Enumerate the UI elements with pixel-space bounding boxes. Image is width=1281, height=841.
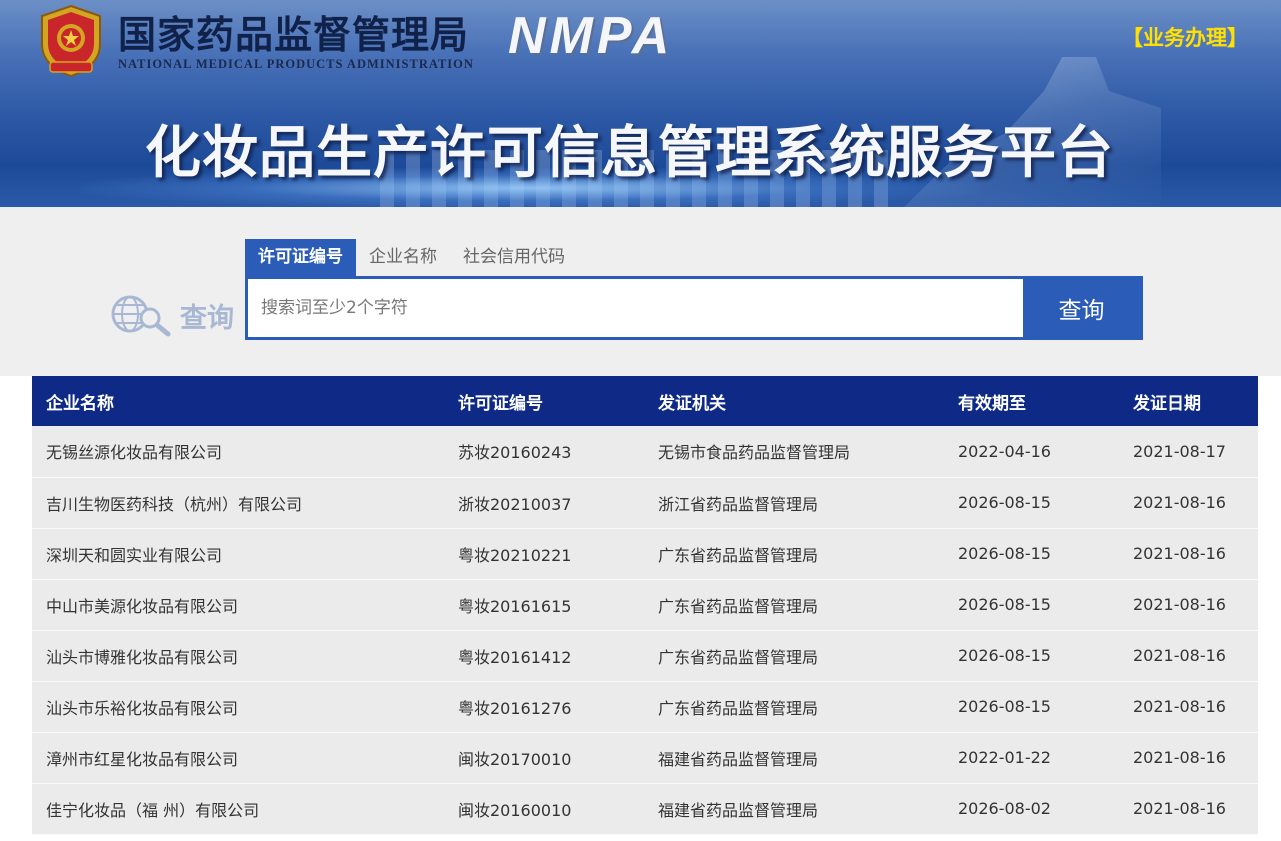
cell-issuer: 广东省药品监督管理局	[644, 579, 944, 631]
cell-issue-date: 2021-08-16	[1119, 477, 1258, 529]
tab-company-name[interactable]: 企业名称	[356, 239, 450, 276]
cell-issue-date: 2021-08-16	[1119, 732, 1258, 784]
cell-issuer: 福建省药品监督管理局	[644, 732, 944, 784]
cell-valid-until: 2026-08-15	[944, 630, 1119, 682]
platform-title: 化妆品生产许可信息管理系统服务平台	[145, 121, 1114, 186]
search-logo: 查询	[110, 290, 240, 338]
cell-valid-until: 2022-01-22	[944, 732, 1119, 784]
agency-abbreviation: NMPA	[508, 7, 674, 65]
cell-valid-until: 2026-08-15	[944, 579, 1119, 631]
agency-name-en: NATIONAL MEDICAL PRODUCTS ADMINISTRATION	[118, 57, 474, 71]
agency-emblem-icon	[36, 4, 106, 78]
cell-license: 粤妆20161412	[444, 630, 644, 682]
cell-issuer: 广东省药品监督管理局	[644, 630, 944, 682]
column-header-issuer: 发证机关	[644, 376, 944, 426]
table-row[interactable]: 吉川生物医药科技（杭州）有限公司 浙妆20210037 浙江省药品监督管理局 2…	[32, 477, 1258, 529]
cell-issue-date: 2021-08-16	[1119, 579, 1258, 631]
table-row[interactable]: 深圳天和圆实业有限公司 粤妆20210221 广东省药品监督管理局 2026-0…	[32, 528, 1258, 580]
header-banner: 国家药品监督管理局 NATIONAL MEDICAL PRODUCTS ADMI…	[0, 0, 1281, 207]
search-box: 查询	[245, 276, 1143, 340]
cell-license: 浙妆20210037	[444, 477, 644, 529]
cell-company: 无锡丝源化妆品有限公司	[32, 426, 444, 478]
tab-credit-code[interactable]: 社会信用代码	[450, 239, 578, 276]
cell-valid-until: 2026-08-15	[944, 528, 1119, 580]
table-row[interactable]: 汕头市乐裕化妆品有限公司 粤妆20161276 广东省药品监督管理局 2026-…	[32, 681, 1258, 733]
column-header-company: 企业名称	[32, 376, 444, 426]
cell-issuer: 广东省药品监督管理局	[644, 528, 944, 580]
cell-valid-until: 2026-08-15	[944, 477, 1119, 529]
column-header-issue-date: 发证日期	[1119, 376, 1258, 426]
cell-license: 闽妆20170010	[444, 732, 644, 784]
table-row[interactable]: 佳宁化妆品（福 州）有限公司 闽妆20160010 福建省药品监督管理局 202…	[32, 783, 1258, 835]
agency-name-cn: 国家药品监督管理局	[118, 12, 470, 57]
cell-valid-until: 2026-08-02	[944, 783, 1119, 835]
search-logo-text: 查询	[180, 303, 234, 334]
cell-license: 粤妆20161615	[444, 579, 644, 631]
cell-company: 佳宁化妆品（福 州）有限公司	[32, 783, 444, 835]
column-header-valid-until: 有效期至	[944, 376, 1119, 426]
cell-issuer: 福建省药品监督管理局	[644, 783, 944, 835]
cell-issuer: 广东省药品监督管理局	[644, 681, 944, 733]
cell-issue-date: 2021-08-16	[1119, 528, 1258, 580]
globe-magnifier-icon	[111, 295, 171, 337]
cell-license: 粤妆20210221	[444, 528, 644, 580]
cell-company: 汕头市乐裕化妆品有限公司	[32, 681, 444, 733]
cell-license: 闽妆20160010	[444, 783, 644, 835]
cell-company: 深圳天和圆实业有限公司	[32, 528, 444, 580]
table-row[interactable]: 漳州市红星化妆品有限公司 闽妆20170010 福建省药品监督管理局 2022-…	[32, 732, 1258, 784]
table-row[interactable]: 汕头市博雅化妆品有限公司 粤妆20161412 广东省药品监督管理局 2026-…	[32, 630, 1258, 682]
search-type-tabs: 许可证编号 企业名称 社会信用代码	[245, 239, 578, 276]
table-row[interactable]: 中山市美源化妆品有限公司 粤妆20161615 广东省药品监督管理局 2026-…	[32, 579, 1258, 631]
tab-license-number[interactable]: 许可证编号	[245, 239, 356, 276]
business-handling-link[interactable]: 【业务办理】	[1122, 22, 1248, 52]
cell-valid-until: 2026-08-15	[944, 681, 1119, 733]
cell-license: 粤妆20161276	[444, 681, 644, 733]
cell-issue-date: 2021-08-17	[1119, 426, 1258, 478]
cell-issuer: 无锡市食品药品监督管理局	[644, 426, 944, 478]
cell-issue-date: 2021-08-16	[1119, 783, 1258, 835]
cell-company: 漳州市红星化妆品有限公司	[32, 732, 444, 784]
table-header-row: 企业名称 许可证编号 发证机关 有效期至 发证日期	[32, 376, 1258, 426]
cell-license: 苏妆20160243	[444, 426, 644, 478]
cell-valid-until: 2022-04-16	[944, 426, 1119, 478]
column-header-license: 许可证编号	[444, 376, 644, 426]
cell-issue-date: 2021-08-16	[1119, 681, 1258, 733]
cell-issuer: 浙江省药品监督管理局	[644, 477, 944, 529]
cell-company: 中山市美源化妆品有限公司	[32, 579, 444, 631]
table-row[interactable]: 无锡丝源化妆品有限公司 苏妆20160243 无锡市食品药品监督管理局 2022…	[32, 426, 1258, 478]
cell-issue-date: 2021-08-16	[1119, 630, 1258, 682]
cell-company: 吉川生物医药科技（杭州）有限公司	[32, 477, 444, 529]
search-button[interactable]: 查询	[1023, 279, 1140, 337]
results-table: 企业名称 许可证编号 发证机关 有效期至 发证日期 无锡丝源化妆品有限公司 苏妆…	[32, 376, 1258, 835]
search-input[interactable]	[248, 279, 1023, 337]
cell-company: 汕头市博雅化妆品有限公司	[32, 630, 444, 682]
